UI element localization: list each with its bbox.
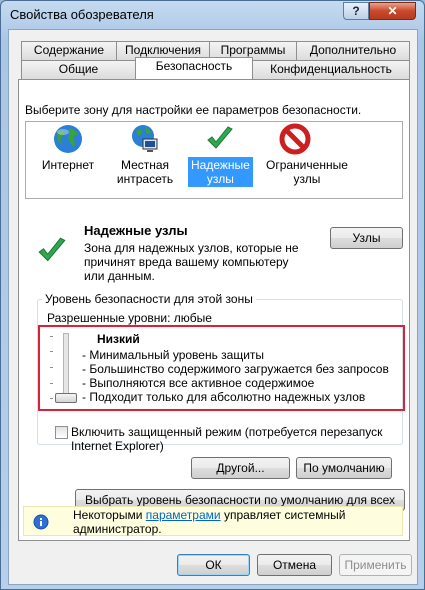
slider-tick [50, 351, 53, 352]
security-level-detail: - Большинство содержимого загружается бе… [82, 362, 389, 376]
tab-security[interactable]: Безопасность [135, 57, 253, 79]
info-text: Некоторыми параметрами управляет системн… [73, 508, 403, 536]
cancel-button[interactable]: Отмена [257, 554, 332, 576]
default-level-button[interactable]: По умолчанию [296, 457, 392, 479]
security-level-detail: - Выполняются все активное содержимое [82, 376, 315, 390]
tab-privacy[interactable]: Конфиденциальность [252, 60, 410, 79]
selected-zone-title: Надежные узлы [84, 223, 188, 238]
info-bar: Некоторыми параметрами управляет системн… [23, 506, 403, 536]
globe-icon [54, 125, 82, 153]
zone-trusted-sites[interactable]: Надежные узлы [188, 123, 253, 187]
tab-content[interactable]: Содержание [21, 41, 117, 60]
window-title: Свойства обозревателя [10, 7, 154, 22]
security-level-track [63, 333, 69, 399]
slider-tick [50, 383, 53, 384]
sites-button[interactable]: Узлы [330, 227, 403, 249]
slider-tick [50, 367, 53, 368]
zone-trusted-sites-label: Надежные узлы [188, 157, 253, 187]
zone-restricted-sites-label: Ограниченные узлы [266, 158, 348, 186]
intranet-icon [132, 125, 158, 152]
selected-zone-description: Зона для надежных узлов, которые не прич… [84, 241, 299, 283]
protected-mode-checkbox[interactable] [55, 426, 68, 439]
tab-general[interactable]: Общие [21, 60, 136, 79]
ok-button[interactable]: ОК [177, 554, 250, 576]
slider-tick [50, 398, 53, 399]
zone-restricted-sites[interactable]: Ограниченные узлы [263, 123, 348, 187]
trusted-sites-checkmark-icon [38, 237, 66, 262]
security-level-group-title: Уровень безопасности для этой зоны [42, 292, 256, 306]
help-button[interactable]: ? [343, 2, 369, 20]
security-level-name: Низкий [97, 332, 140, 346]
checkmark-icon [207, 126, 233, 149]
security-tab-panel: Выберите зону для настройки ее параметро… [18, 79, 410, 541]
slider-tick [50, 336, 53, 337]
protected-mode-label[interactable]: Включить защищенный режим (потребуется п… [71, 425, 391, 453]
dialog-window: Свойства обозревателя ? ✕ Содержание Под… [0, 0, 425, 590]
restricted-icon [279, 123, 311, 155]
security-level-slider-thumb[interactable] [55, 393, 77, 403]
zone-local-intranet-label: Местная интрасеть [116, 158, 174, 186]
zone-prompt: Выберите зону для настройки ее параметро… [25, 103, 362, 117]
zone-internet[interactable]: Интернет [36, 123, 100, 173]
zone-local-intranet[interactable]: Местная интрасеть [113, 123, 177, 187]
security-level-detail: - Минимальный уровень защиты [82, 348, 265, 362]
allowed-levels-label: Разрешенные уровни: любые [47, 311, 212, 325]
apply-button[interactable]: Применить [339, 554, 412, 576]
close-button[interactable]: ✕ [369, 2, 416, 20]
tab-advanced[interactable]: Дополнительно [296, 41, 410, 60]
settings-link[interactable]: параметрами [146, 508, 221, 522]
custom-level-button[interactable]: Другой... [191, 457, 290, 479]
security-level-detail: - Подходит только для абсолютно надежных… [82, 390, 366, 404]
info-icon [33, 514, 49, 530]
info-text-prefix: Некоторыми [73, 508, 146, 522]
zone-internet-label: Интернет [41, 158, 95, 172]
dialog-client-area: Содержание Подключения Программы Дополни… [8, 29, 418, 585]
